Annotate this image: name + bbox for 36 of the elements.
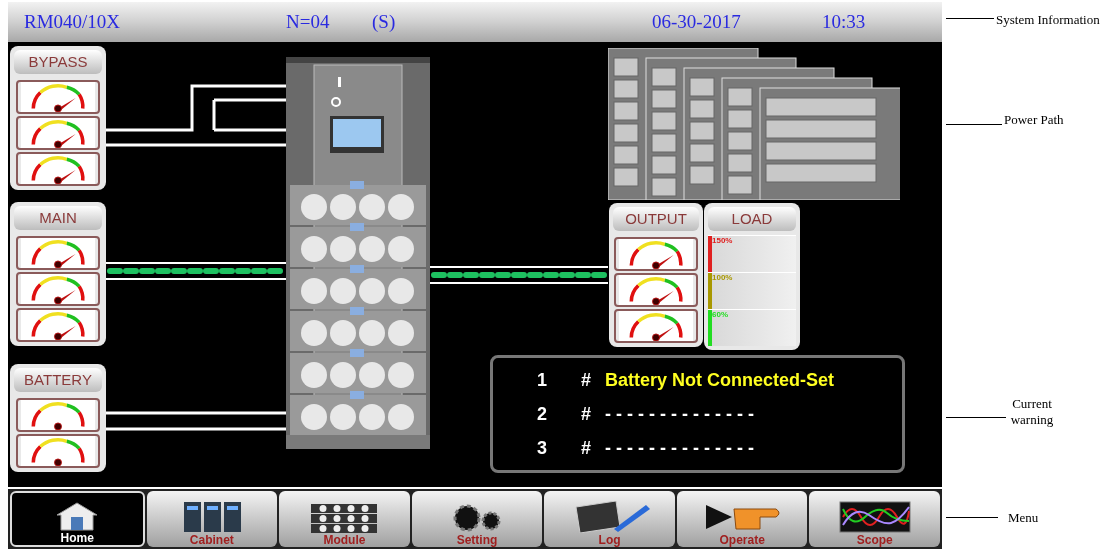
unit-count-text: N=04 <box>286 9 331 34</box>
time-text: 10:33 <box>822 9 866 34</box>
menu-button[interactable]: Scope <box>809 491 941 547</box>
waveform-icon <box>838 501 911 533</box>
callout-label: Power Path <box>1004 111 1064 129</box>
hash-mark: # <box>581 402 592 426</box>
panel-label: OUTPUT <box>613 207 699 231</box>
panel-label: BATTERY <box>14 368 102 392</box>
warning-number: 1 <box>537 368 548 392</box>
date-text: 06-30-2017 <box>652 9 742 34</box>
module-icon <box>309 503 380 533</box>
menu-button[interactable]: Operate <box>676 491 808 547</box>
menu-button[interactable]: Home <box>10 491 145 547</box>
panel-label: MAIN <box>14 206 102 230</box>
warning-number: 3 <box>537 436 548 460</box>
warning-text: - - - - - - - - - - - - - - <box>605 436 754 460</box>
warning-text: Battery Not Connected-Set <box>605 368 835 392</box>
callout-label: System Information <box>996 11 1100 29</box>
panel-label: LOAD <box>708 207 796 231</box>
hash-mark: # <box>581 436 592 460</box>
hash-mark: # <box>581 368 592 392</box>
menu-button[interactable]: Setting <box>411 491 543 547</box>
warning-number: 2 <box>537 402 548 426</box>
callout-label: Menu <box>1008 509 1039 527</box>
callout-label: Current warning <box>1009 396 1055 428</box>
load-scale-label: 100% <box>712 273 733 284</box>
menu-button[interactable]: Log <box>544 491 675 547</box>
mode-text: (S) <box>372 9 397 34</box>
cabinet-icon <box>181 501 242 533</box>
menu-button[interactable]: Cabinet <box>146 491 278 547</box>
load-scale-label: 60% <box>712 310 728 321</box>
load-scale-label: 150% <box>712 236 733 247</box>
warning-text: - - - - - - - - - - - - - - <box>605 402 754 426</box>
menu-button[interactable]: Module <box>279 491 410 547</box>
panel-label: BYPASS <box>14 50 102 74</box>
model-text: RM040/10X <box>24 9 122 34</box>
